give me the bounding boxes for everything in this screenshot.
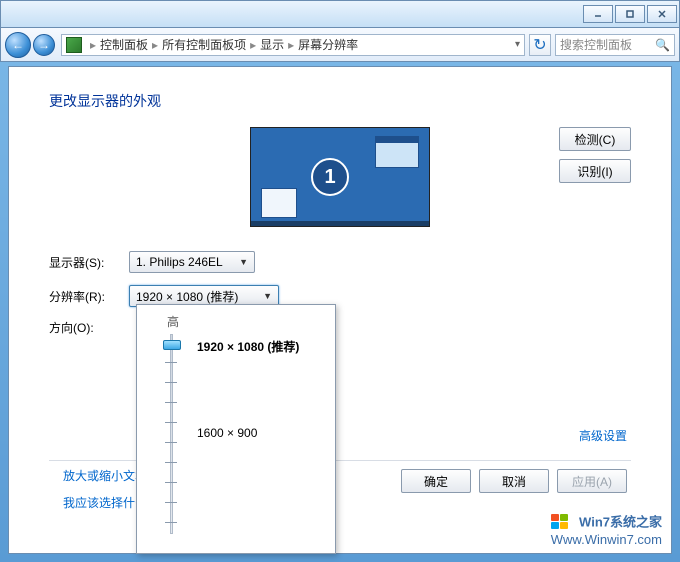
breadcrumb-item[interactable]: 显示 [260, 36, 284, 53]
close-button[interactable] [647, 5, 677, 23]
identify-button[interactable]: 识别(I) [559, 159, 631, 183]
resolution-slider[interactable] [163, 334, 179, 534]
breadcrumb-item[interactable]: 控制面板 [100, 36, 148, 53]
monitor-preview[interactable]: 1 [250, 127, 430, 227]
search-input[interactable]: 搜索控制面板 🔍 [555, 34, 675, 56]
page-title: 更改显示器的外观 [49, 91, 631, 111]
chevron-right-icon: ▸ [288, 38, 294, 52]
maximize-button[interactable] [615, 5, 645, 23]
detect-button[interactable]: 检测(C) [559, 127, 631, 151]
display-select[interactable]: 1. Philips 246EL ▼ [129, 251, 255, 273]
control-panel-icon [66, 37, 82, 53]
search-icon: 🔍 [655, 38, 670, 52]
windows-logo-icon [551, 514, 571, 532]
watermark: Win7系统之家 Www.Winwin7.com [551, 514, 662, 548]
chevron-down-icon: ▼ [263, 291, 272, 301]
search-placeholder: 搜索控制面板 [560, 36, 632, 53]
back-button[interactable]: ← [5, 32, 31, 58]
text-size-link[interactable]: 放大或缩小文本 [63, 467, 147, 484]
chevron-right-icon: ▸ [250, 38, 256, 52]
cancel-button[interactable]: 取消 [479, 469, 549, 493]
slider-high-label: 高 [167, 313, 323, 330]
orientation-label: 方向(O): [49, 319, 129, 336]
help-links: 放大或缩小文本 我应该选择什么 [63, 467, 147, 521]
forward-button[interactable]: → [33, 34, 55, 56]
resolution-option[interactable]: 1920 × 1080 (推荐) [197, 338, 299, 355]
preview-window [261, 188, 297, 218]
preview-window [375, 136, 419, 168]
breadcrumb-item[interactable]: 屏幕分辨率 [298, 36, 358, 53]
window-titlebar [0, 0, 680, 28]
chevron-down-icon: ▼ [239, 257, 248, 267]
breadcrumb-item[interactable]: 所有控制面板项 [162, 36, 246, 53]
which-settings-link[interactable]: 我应该选择什么 [63, 494, 147, 511]
minimize-button[interactable] [583, 5, 613, 23]
navigation-bar: ← → ▸ 控制面板 ▸ 所有控制面板项 ▸ 显示 ▸ 屏幕分辨率 ▾ ↻ 搜索… [0, 28, 680, 62]
monitor-preview-area: 1 检测(C) 识别(I) [49, 127, 631, 227]
preview-taskbar [251, 221, 429, 226]
content-frame: 更改显示器的外观 1 检测(C) 识别(I) 显示器(S): 1. Philip… [8, 66, 672, 554]
display-value: 1. Philips 246EL [136, 255, 223, 269]
resolution-value: 1920 × 1080 (推荐) [136, 288, 238, 305]
slider-ticks [165, 342, 179, 526]
chevron-down-icon[interactable]: ▾ [515, 39, 520, 50]
chevron-right-icon: ▸ [90, 38, 96, 52]
refresh-button[interactable]: ↻ [529, 34, 551, 56]
slider-thumb[interactable] [163, 340, 181, 350]
advanced-settings-link[interactable]: 高级设置 [579, 427, 627, 444]
breadcrumb[interactable]: ▸ 控制面板 ▸ 所有控制面板项 ▸ 显示 ▸ 屏幕分辨率 ▾ [61, 34, 525, 56]
display-label: 显示器(S): [49, 254, 129, 271]
watermark-line1: Win7系统之家 [579, 514, 662, 529]
resolution-label: 分辨率(R): [49, 288, 129, 305]
resolution-option[interactable]: 1600 × 900 [197, 426, 257, 440]
chevron-right-icon: ▸ [152, 38, 158, 52]
dialog-buttons: 确定 取消 应用(A) [401, 469, 627, 493]
resolution-slider-popup: 高 1920 × 1080 (推荐) 1600 × 900 [136, 304, 336, 554]
ok-button[interactable]: 确定 [401, 469, 471, 493]
apply-button: 应用(A) [557, 469, 627, 493]
monitor-number: 1 [311, 158, 349, 196]
watermark-line2: Www.Winwin7.com [551, 532, 662, 548]
